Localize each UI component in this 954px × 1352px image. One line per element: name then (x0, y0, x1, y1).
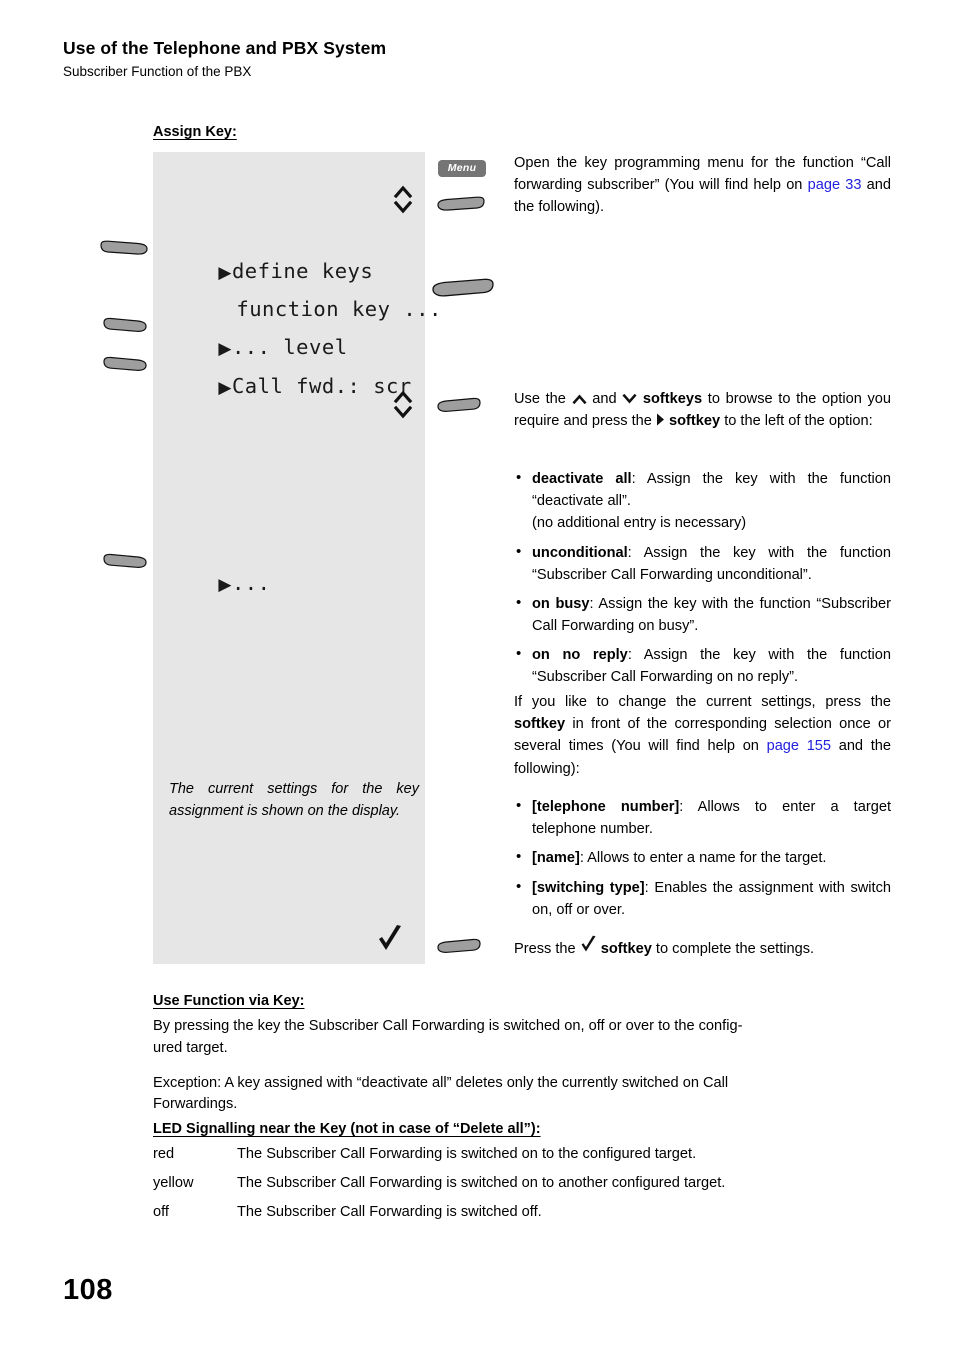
setting-switching-type: [switching type]: Enables the assignment… (514, 876, 891, 921)
step-confirm: Press the softkey to complete the settin… (514, 935, 891, 960)
option-label: deactivate all (532, 471, 632, 487)
setting-label: [name] (532, 850, 580, 867)
led-desc-yellow: The Subscriber Call Forwarding is switch… (237, 1174, 726, 1191)
confirm-before: Press the (514, 941, 580, 957)
led-color-off: off (153, 1203, 169, 1220)
confirm-bold: softkey (600, 941, 652, 957)
softkey-pill-icon (437, 196, 485, 211)
change-intro-before: If you like to change the current settin… (514, 694, 891, 710)
softkey-right-3[interactable] (437, 397, 481, 415)
softkey-pill-icon (432, 278, 494, 297)
option-label: unconditional (532, 544, 628, 561)
step-browse-intro: Use the and softkeys to browse to the op… (514, 388, 891, 432)
led-desc-red: The Subscriber Call Forwarding is switch… (237, 1145, 697, 1162)
chevron-down-icon (393, 201, 413, 214)
confirm-after: to complete the settings. (651, 941, 815, 957)
option-on-no-reply: on no reply: Assign the key with the fun… (514, 643, 891, 688)
chevron-up-icon (572, 394, 587, 405)
display-note: The current settings for the key assignm… (169, 781, 419, 820)
page-number: 108 (63, 1274, 113, 1306)
led-signalling-table: red The Subscriber Call Forwarding is sw… (153, 1141, 893, 1228)
display-confirm-check (377, 924, 403, 954)
use-function-para-1-line-1: By pressing the key the Subscriber Call … (153, 1017, 743, 1034)
softkey-pill-icon (437, 397, 481, 412)
browse-intro-p2: and (586, 391, 623, 407)
change-settings-intro: If you like to change the current settin… (514, 691, 891, 780)
option-unconditional: unconditional: Assign the key with the f… (514, 541, 891, 586)
softkey-right-confirm[interactable] (437, 938, 481, 956)
softkey-left-define-keys[interactable] (100, 240, 148, 258)
page-title: Use of the Telephone and PBX System (63, 38, 387, 58)
display-scroll-arrows-bottom (391, 390, 415, 419)
led-color-red: red (153, 1145, 175, 1162)
setting-desc: : Allows to enter a name for the target. (579, 850, 827, 867)
use-function-para-2-line-2: Forwardings. (153, 1096, 238, 1113)
softkey-right-1[interactable] (437, 196, 485, 214)
check-icon (580, 935, 597, 954)
browse-intro-bold2: softkey (669, 413, 721, 430)
use-function-para-2: Exception: A key assigned with “deactiva… (153, 1073, 893, 1117)
setting-telephone-number: [telephone number]: Allows to enter a ta… (514, 795, 891, 840)
display-line-5: ▶... (167, 552, 270, 614)
softkey-pill-icon (103, 317, 147, 332)
page-subtitle: Subscriber Function of the PBX (63, 63, 252, 79)
table-row: yellow The Subscriber Call Forwarding is… (153, 1170, 893, 1199)
softkey-pill-icon (103, 356, 147, 371)
softkey-pill-icon (100, 240, 148, 255)
display-line-4-text: Call fwd.: scr (231, 373, 412, 398)
option-bullets: deactivate all: Assign the key with the … (514, 467, 891, 689)
display-line-5-text: ... (231, 570, 271, 595)
softkey-left-call-fwd[interactable] (103, 356, 147, 374)
softkey-left-level[interactable] (103, 317, 147, 335)
menu-button[interactable]: Menu (438, 160, 486, 177)
browse-intro-p1: Use the (514, 391, 572, 407)
setting-label: [switching type] (532, 879, 645, 896)
browse-intro-bold1: softkeys (642, 391, 703, 407)
option-label: on busy (532, 595, 590, 612)
chevron-down-icon (393, 406, 413, 419)
option-label: on no reply (532, 647, 628, 664)
assign-key-heading: Assign Key: (153, 124, 237, 140)
table-row: red The Subscriber Call Forwarding is sw… (153, 1141, 893, 1170)
softkey-pill-icon (103, 553, 147, 568)
use-function-heading: Use Function via Key: (153, 993, 305, 1009)
display-line-5-marker: ▶ (218, 574, 232, 595)
softkey-pill-icon (437, 938, 481, 953)
softkey-right-2[interactable] (432, 278, 494, 300)
link-page-155[interactable]: page 155 (767, 738, 831, 754)
chevron-up-icon (393, 185, 413, 198)
display-line-4-marker: ▶ (218, 377, 232, 398)
option-on-busy: on busy: Assign the key with the functio… (514, 592, 891, 637)
display-scroll-arrows-top (391, 185, 415, 214)
use-function-para-2-line-1: Exception: A key assigned with “deactiva… (153, 1074, 729, 1091)
table-row: off The Subscriber Call Forwarding is sw… (153, 1199, 893, 1228)
browse-options-list: deactivate all: Assign the key with the … (514, 461, 891, 689)
step-open-menu: Open the key programming menu for the fu… (514, 152, 891, 219)
display-line-4: ▶Call fwd.: scr (167, 355, 412, 417)
setting-name: [name]: Allows to enter a name for the t… (514, 846, 891, 869)
use-function-para-1-line-2: ured target. (153, 1039, 228, 1056)
triangle-right-icon (656, 413, 665, 426)
led-desc-off: The Subscriber Call Forwarding is switch… (237, 1203, 542, 1220)
led-color-yellow: yellow (153, 1174, 194, 1191)
settings-list: [telephone number]: Allows to enter a ta… (514, 789, 891, 921)
check-icon (379, 925, 401, 950)
use-function-para-1: By pressing the key the Subscriber Call … (153, 1016, 893, 1060)
phone-display-panel: ▶define keys function key ... ▶... level… (153, 152, 441, 964)
change-intro-bold: softkey (514, 716, 566, 733)
option-extra: (no additional entry is necessary) (532, 515, 747, 532)
softkey-left-more[interactable] (103, 553, 147, 571)
option-deactivate-all: deactivate all: Assign the key with the … (514, 467, 891, 535)
led-signalling-section: LED Signalling near the Key (not in case… (153, 1119, 893, 1227)
setting-bullets: [telephone number]: Allows to enter a ta… (514, 795, 891, 921)
browse-intro-p5: to the left of the option: (720, 413, 873, 430)
use-function-section: Use Function via Key: By pressing the ke… (153, 991, 893, 1116)
link-page-33[interactable]: page 33 (808, 177, 862, 193)
chevron-up-icon (393, 390, 413, 403)
led-signalling-heading: LED Signalling near the Key (not in case… (153, 1121, 541, 1137)
setting-label: [telephone number] (532, 799, 680, 815)
chevron-down-icon (622, 393, 637, 404)
page-header: Use of the Telephone and PBX System Subs… (63, 38, 893, 81)
